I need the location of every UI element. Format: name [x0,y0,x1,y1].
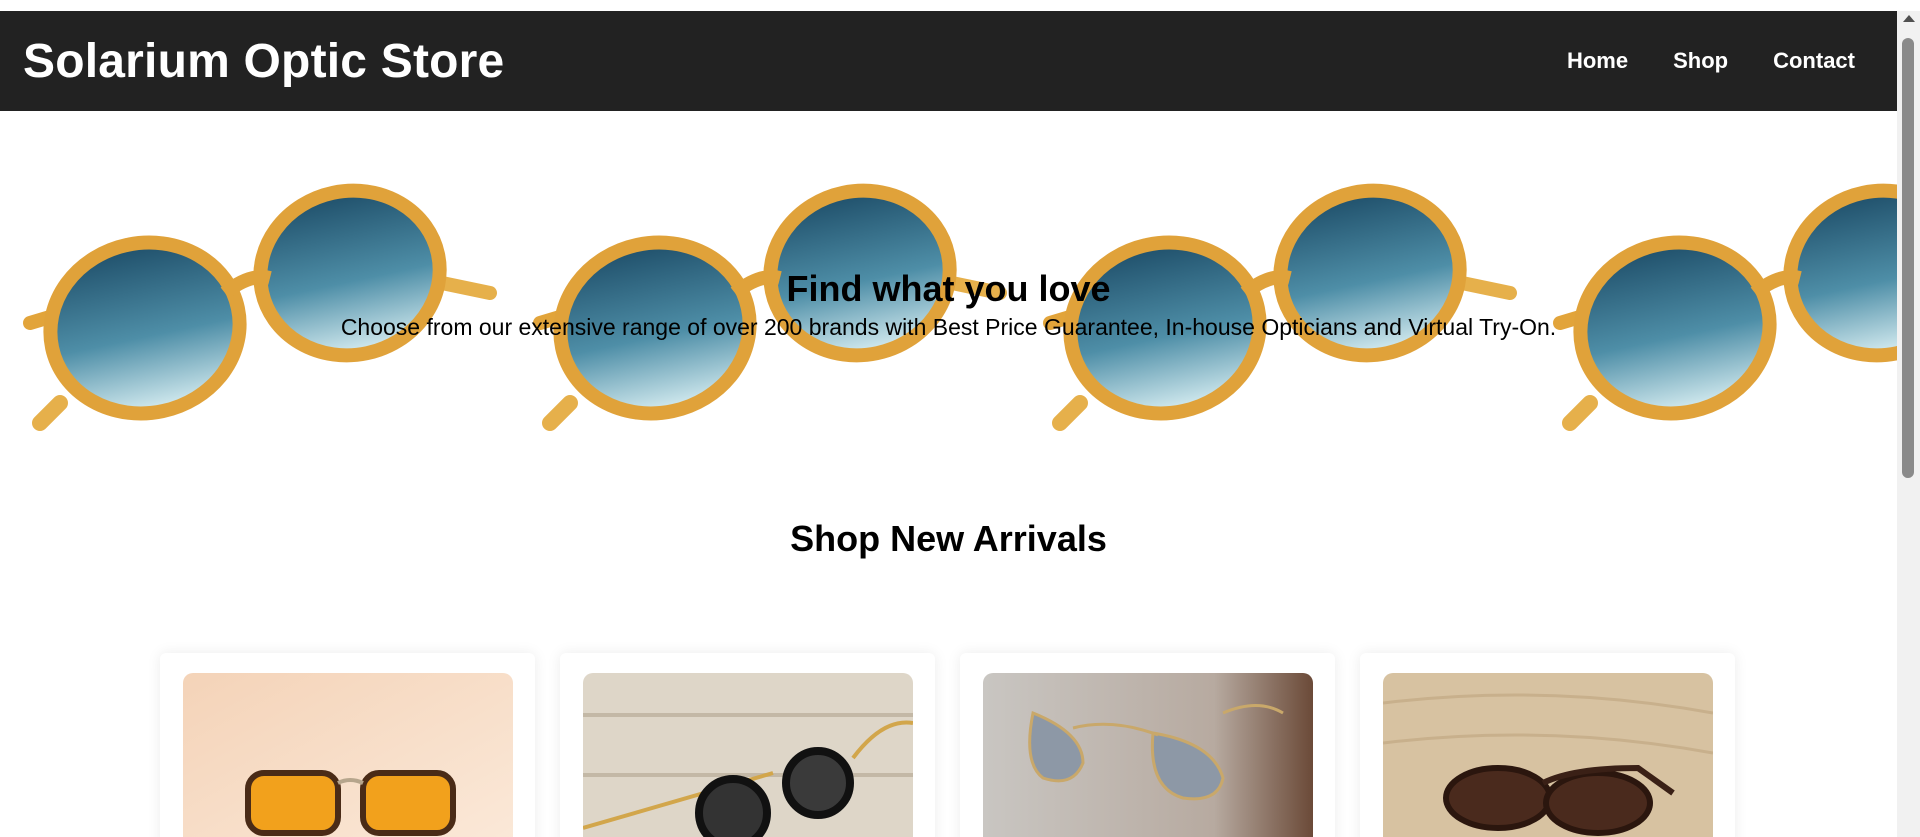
hero-banner: Find what you love Choose from our exten… [0,111,1897,479]
navbar: Solarium Optic Store Home Shop Contact [0,11,1897,111]
hero-title: Find what you love [786,268,1111,309]
product-card[interactable] [560,653,935,837]
scroll-thumb[interactable] [1902,38,1914,478]
product-image[interactable] [183,673,513,837]
nav-contact-link[interactable]: Contact [1773,48,1855,74]
hero-subtitle: Choose from our extensive range of over … [340,314,1557,340]
nav-shop-link[interactable]: Shop [1673,48,1728,74]
main-nav: Home Shop Contact [1567,48,1875,74]
product-image[interactable] [583,673,913,837]
page-scrollbar[interactable] [1897,11,1920,837]
product-card[interactable] [1360,653,1735,837]
top-strip [0,0,1920,11]
brand-logo-text[interactable]: Solarium Optic Store [23,34,504,89]
product-image[interactable] [983,673,1313,837]
product-grid [0,653,1897,837]
nav-home-link[interactable]: Home [1567,48,1628,74]
product-card[interactable] [160,653,535,837]
section-title: Shop New Arrivals [790,518,1107,559]
product-card[interactable] [960,653,1335,837]
product-image[interactable] [1383,673,1713,837]
scroll-up-arrow-icon[interactable] [1903,15,1915,22]
